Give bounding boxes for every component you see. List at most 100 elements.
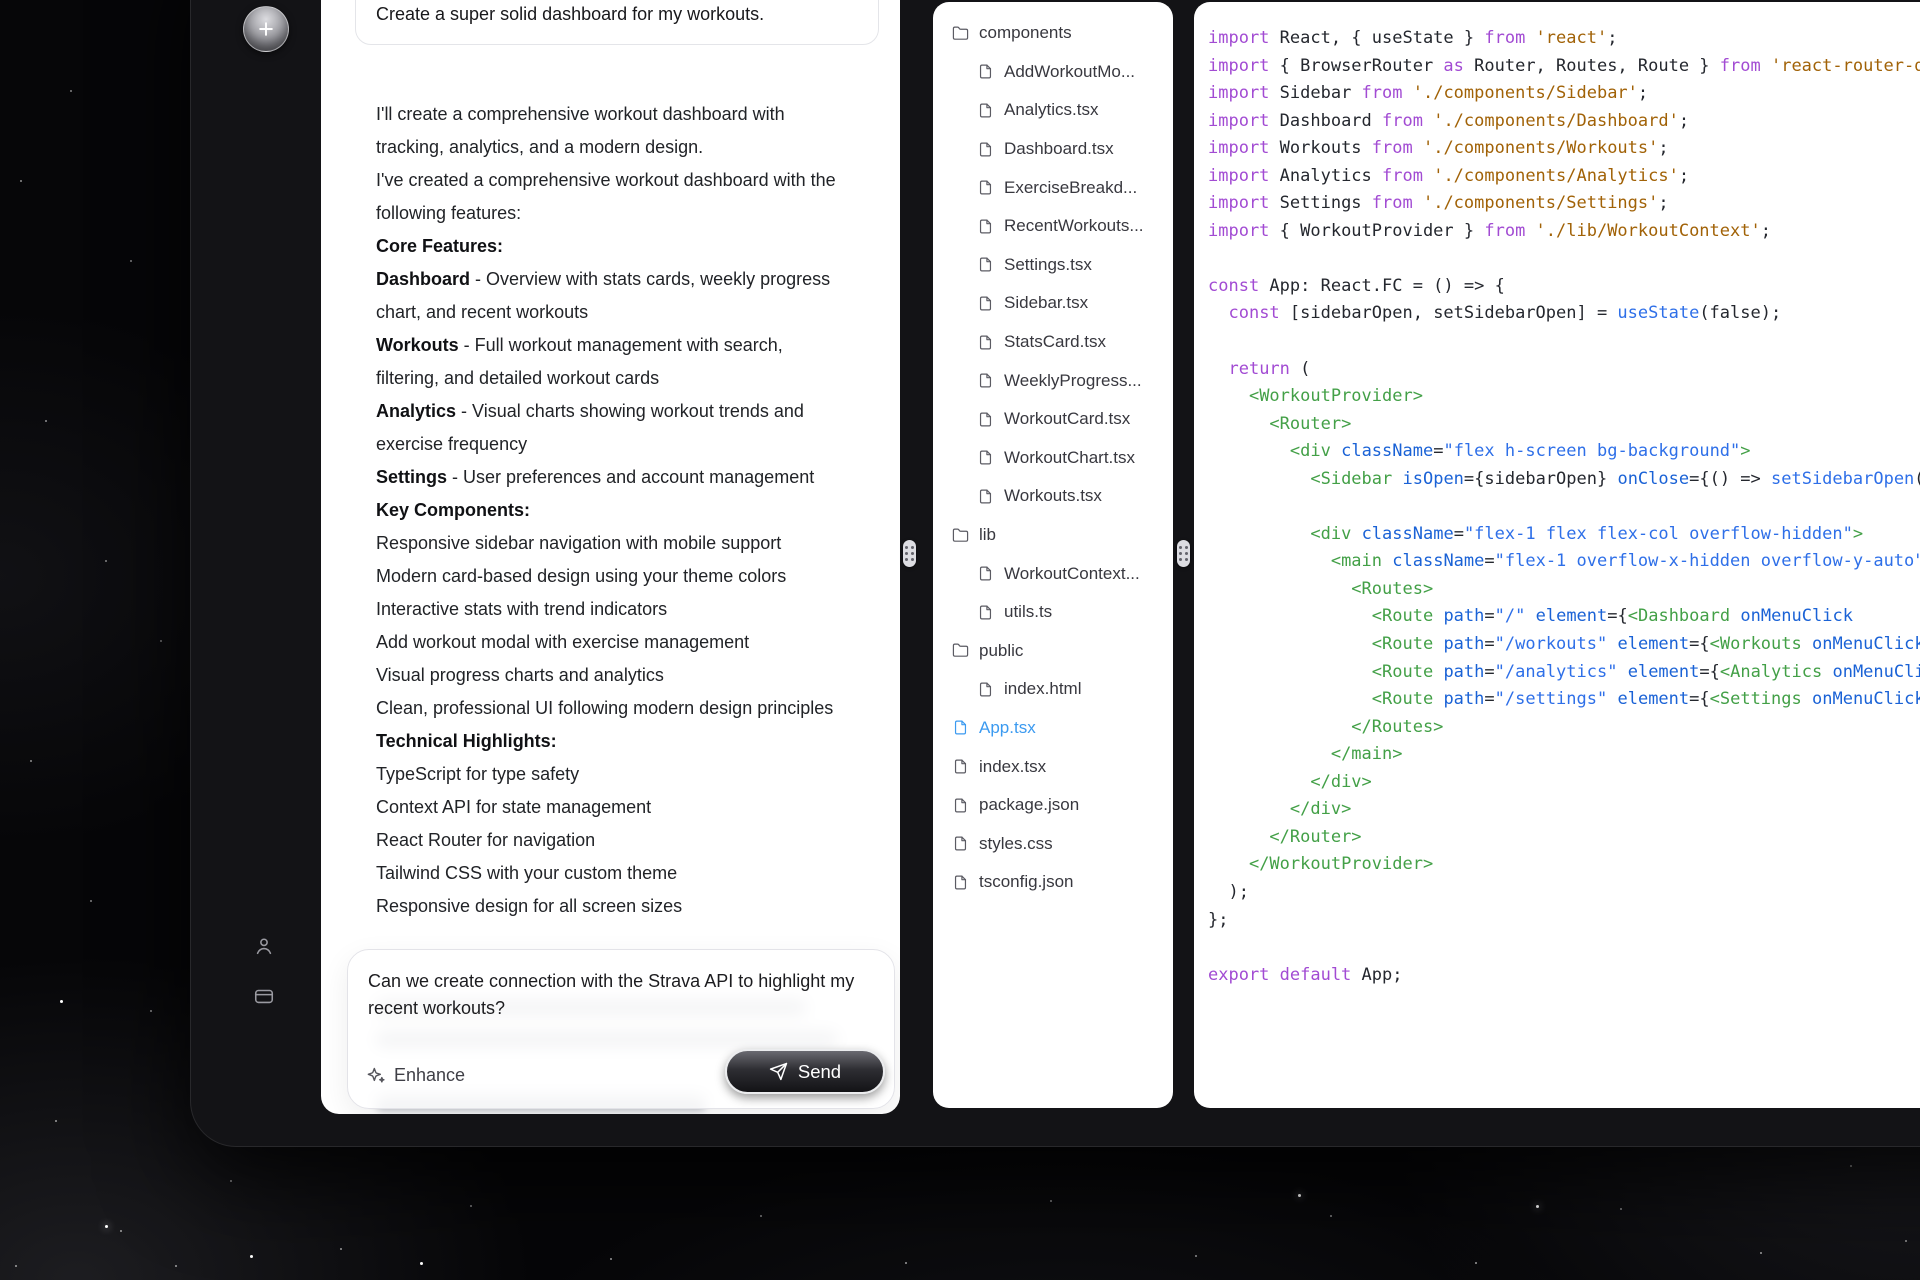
folder-name: lib bbox=[979, 525, 997, 545]
file-row[interactable]: utils.ts bbox=[933, 593, 1173, 632]
file-icon bbox=[977, 218, 994, 235]
code-line: <Route path="/settings" element={<Settin… bbox=[1371, 689, 1920, 710]
enhance-label: Enhance bbox=[394, 1065, 466, 1085]
code-line: const [sidebarOpen, setSidebarOpen] = us… bbox=[1228, 303, 1782, 324]
file-row[interactable]: Sidebar.tsx bbox=[933, 284, 1173, 323]
assistant-paragraph: Tailwind CSS with your custom theme bbox=[376, 863, 678, 883]
enhance-button[interactable]: Enhance bbox=[366, 1065, 465, 1086]
assistant-paragraph: Responsive sidebar navigation with mobil… bbox=[376, 533, 782, 553]
file-name: package.json bbox=[979, 795, 1080, 815]
file-row[interactable]: styles.css bbox=[933, 824, 1173, 863]
assistant-paragraph: I'll create a comprehensive workout dash… bbox=[376, 104, 785, 157]
file-row[interactable]: App.tsx bbox=[933, 709, 1173, 748]
file-row[interactable]: tsconfig.json bbox=[933, 863, 1173, 902]
chat-input-box: Can we create connection with the Strava… bbox=[347, 949, 895, 1109]
workspace-button[interactable] bbox=[251, 984, 277, 1008]
chat-input[interactable]: Can we create connection with the Strava… bbox=[368, 968, 888, 1022]
file-row[interactable]: StatsCard.tsx bbox=[933, 323, 1173, 362]
file-icon bbox=[977, 411, 994, 428]
code-line: <div className="flex-1 flex flex-col ove… bbox=[1310, 523, 1864, 544]
file-name: AddWorkoutMo... bbox=[1004, 61, 1136, 81]
user-message-bubble: Create a super solid dashboard for my wo… bbox=[355, 0, 879, 45]
code-line: <Route path="/workouts" element={<Workou… bbox=[1371, 634, 1920, 655]
file-icon bbox=[952, 874, 969, 891]
code-line: }; bbox=[1208, 909, 1229, 930]
assistant-paragraph: Interactive stats with trend indicators bbox=[376, 599, 668, 619]
file-row[interactable]: index.tsx bbox=[933, 747, 1173, 786]
file-icon bbox=[977, 102, 994, 119]
folder-row[interactable]: components bbox=[933, 14, 1173, 53]
file-name: index.html bbox=[1004, 679, 1082, 699]
file-row[interactable]: WorkoutChart.tsx bbox=[933, 439, 1173, 478]
file-icon bbox=[977, 256, 994, 273]
file-name: Dashboard.tsx bbox=[1004, 139, 1114, 159]
code-editor-panel[interactable]: import React, { useState } from 'react';… bbox=[1194, 2, 1920, 1108]
assistant-paragraph: Clean, professional UI following modern … bbox=[376, 698, 834, 718]
file-icon bbox=[977, 604, 994, 621]
folder-icon bbox=[952, 527, 969, 544]
file-name: WorkoutContext... bbox=[1004, 563, 1140, 583]
folder-name: public bbox=[979, 640, 1024, 660]
file-explorer-panel: components AddWorkoutMo... Analytics.tsx Da… bbox=[933, 2, 1173, 1108]
code-line: import Dashboard from './components/Dash… bbox=[1208, 110, 1690, 131]
file-row[interactable]: WeeklyProgress... bbox=[933, 361, 1173, 400]
panel-resize-handle[interactable] bbox=[1177, 540, 1190, 567]
file-tree: components AddWorkoutMo... Analytics.tsx Da… bbox=[933, 2, 1173, 902]
folder-row[interactable]: lib bbox=[933, 516, 1173, 555]
file-name: RecentWorkouts... bbox=[1004, 216, 1144, 236]
file-name: styles.css bbox=[979, 833, 1053, 853]
file-icon bbox=[952, 835, 969, 852]
code-line: <Route path="/analytics" element={<Analy… bbox=[1371, 661, 1920, 682]
plus-icon bbox=[256, 19, 276, 39]
file-icon bbox=[952, 797, 969, 814]
assistant-message: I'll create a comprehensive workout dash… bbox=[376, 98, 846, 923]
assistant-paragraph: Dashboard - Overview with stats cards, w… bbox=[376, 269, 831, 322]
file-row[interactable]: WorkoutContext... bbox=[933, 554, 1173, 593]
code-line: <main className="flex-1 overflow-x-hidde… bbox=[1330, 551, 1920, 572]
send-button[interactable]: Send bbox=[725, 1049, 885, 1094]
assistant-paragraph: TypeScript for type safety bbox=[376, 764, 580, 784]
assistant-paragraph: Visual progress charts and analytics bbox=[376, 665, 664, 685]
code-line: import Settings from './components/Setti… bbox=[1208, 193, 1669, 214]
new-chat-button[interactable] bbox=[243, 6, 289, 52]
dock-icon bbox=[252, 985, 276, 1007]
file-row[interactable]: AddWorkoutMo... bbox=[933, 53, 1173, 92]
code-line: <Route path="/" element={<Dashboard onMe… bbox=[1371, 606, 1853, 627]
file-icon bbox=[977, 372, 994, 389]
assistant-paragraph: Context API for state management bbox=[376, 797, 652, 817]
file-row[interactable]: Workouts.tsx bbox=[933, 477, 1173, 516]
file-name: utils.ts bbox=[1004, 602, 1053, 622]
code-line: </div> bbox=[1289, 799, 1352, 820]
file-row[interactable]: Analytics.tsx bbox=[933, 91, 1173, 130]
file-row[interactable]: RecentWorkouts... bbox=[933, 207, 1173, 246]
code-content: import React, { useState } from 'react';… bbox=[1194, 2, 1920, 989]
assistant-paragraph: Core Features: bbox=[376, 236, 504, 256]
file-row[interactable]: index.html bbox=[933, 670, 1173, 709]
code-line: export default App; bbox=[1208, 964, 1403, 985]
sparkles-icon bbox=[366, 1066, 386, 1086]
code-line: <Router> bbox=[1269, 413, 1352, 434]
file-name: WorkoutChart.tsx bbox=[1004, 447, 1136, 467]
panel-resize-handle[interactable] bbox=[903, 540, 916, 567]
file-name: WorkoutCard.tsx bbox=[1004, 409, 1131, 429]
folder-row[interactable]: public bbox=[933, 632, 1173, 671]
file-row[interactable]: package.json bbox=[933, 786, 1173, 825]
assistant-paragraph: Analytics - Visual charts showing workou… bbox=[376, 401, 804, 454]
file-row[interactable]: WorkoutCard.tsx bbox=[933, 400, 1173, 439]
account-button[interactable] bbox=[252, 934, 276, 958]
send-icon bbox=[769, 1062, 788, 1081]
file-row[interactable]: Settings.tsx bbox=[933, 246, 1173, 285]
user-icon bbox=[253, 935, 275, 957]
code-line: import React, { useState } from 'react'; bbox=[1208, 28, 1618, 48]
file-row[interactable]: Dashboard.tsx bbox=[933, 130, 1173, 169]
user-message-text: Create a super solid dashboard for my wo… bbox=[376, 4, 765, 24]
assistant-paragraph: Settings - User preferences and account … bbox=[376, 467, 815, 487]
code-line: <div className="flex h-screen bg-backgro… bbox=[1289, 441, 1751, 462]
file-row[interactable]: ExerciseBreakd... bbox=[933, 168, 1173, 207]
code-line: </main> bbox=[1330, 744, 1403, 765]
file-name: tsconfig.json bbox=[979, 872, 1074, 892]
